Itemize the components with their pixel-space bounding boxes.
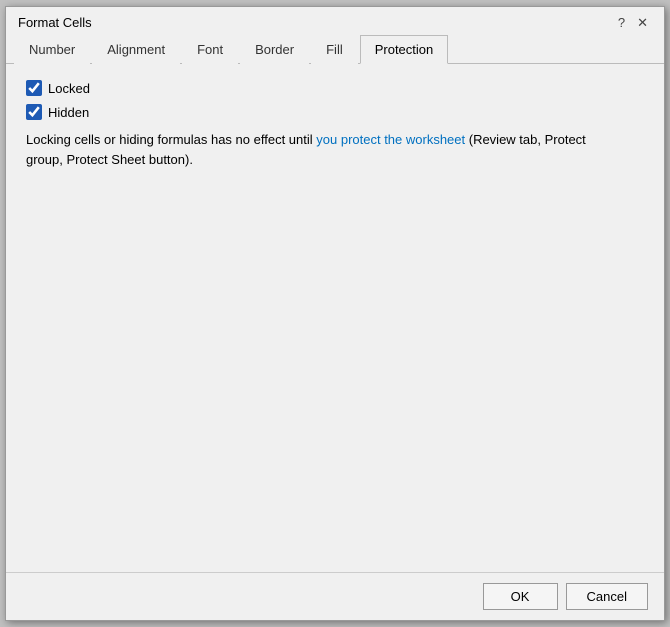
hidden-label[interactable]: Hidden: [48, 105, 89, 120]
hidden-row: Hidden: [26, 104, 644, 120]
tab-content-protection: Locked Hidden Locking cells or hiding fo…: [6, 64, 664, 572]
info-text-highlight: you protect the worksheet: [316, 132, 465, 147]
help-button[interactable]: ?: [614, 16, 629, 29]
hidden-checkbox[interactable]: [26, 104, 42, 120]
tab-border[interactable]: Border: [240, 35, 309, 64]
title-bar-controls: ? ✕: [614, 16, 652, 29]
dialog-footer: OK Cancel: [6, 572, 664, 620]
info-text: Locking cells or hiding formulas has no …: [26, 130, 606, 169]
dialog-title: Format Cells: [18, 15, 92, 30]
format-cells-dialog: Format Cells ? ✕ Number Alignment Font B…: [5, 6, 665, 621]
info-text-before: Locking cells or hiding formulas has no …: [26, 132, 316, 147]
ok-button[interactable]: OK: [483, 583, 558, 610]
tab-alignment[interactable]: Alignment: [92, 35, 180, 64]
locked-label[interactable]: Locked: [48, 81, 90, 96]
tab-bar: Number Alignment Font Border Fill Protec…: [6, 34, 664, 64]
title-bar: Format Cells ? ✕: [6, 7, 664, 34]
locked-row: Locked: [26, 80, 644, 96]
close-button[interactable]: ✕: [633, 16, 652, 29]
tab-protection[interactable]: Protection: [360, 35, 449, 64]
cancel-button[interactable]: Cancel: [566, 583, 648, 610]
tab-font[interactable]: Font: [182, 35, 238, 64]
locked-checkbox[interactable]: [26, 80, 42, 96]
tab-number[interactable]: Number: [14, 35, 90, 64]
tab-fill[interactable]: Fill: [311, 35, 358, 64]
